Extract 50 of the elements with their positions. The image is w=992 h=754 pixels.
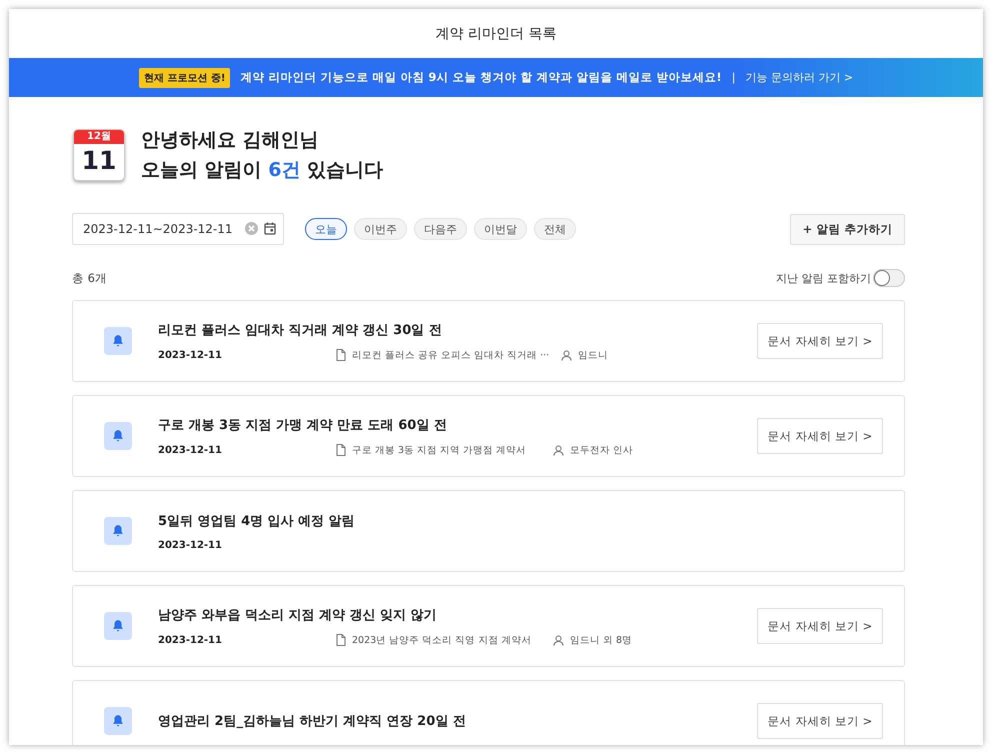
include-past-label: 지난 알림 포함하기	[776, 270, 871, 286]
reminder-title: 남양주 와부읍 덕소리 지점 계약 갱신 잊지 않기	[158, 606, 438, 624]
separator: |	[732, 71, 736, 84]
bell-icon	[111, 429, 125, 443]
add-alert-button[interactable]: + 알림 추가하기	[790, 214, 905, 244]
date-range-field[interactable]: 2023-12-11~2023-12-11	[72, 213, 284, 245]
person-icon	[561, 350, 572, 360]
reminder-date: 2023-12-11	[158, 634, 223, 646]
calendar-day: 11	[74, 144, 124, 178]
bell-icon	[111, 714, 125, 728]
inquiry-link[interactable]: 기능 문의하러 가기 >	[745, 70, 854, 85]
assignee-name: 임드니	[578, 348, 608, 362]
person-icon	[553, 634, 564, 646]
assignee-name: 모두전자 인사	[570, 444, 634, 456]
document-name: 리모컨 플러스 공유 오피스 임대차 직거래 ···	[352, 348, 550, 362]
view-document-button[interactable]: 문서 자세히 보기 >	[757, 418, 883, 454]
total-count: 총 6개	[72, 270, 107, 286]
reminder-title: 5일뒤 영업팀 4명 입사 예정 알림	[158, 512, 356, 530]
calendar-month: 12월	[74, 130, 124, 144]
promo-badge: 현재 프로모션 중!	[138, 68, 230, 88]
calendar-icon[interactable]	[264, 222, 276, 235]
reminder-date: 2023-12-11	[158, 444, 223, 456]
reminder-title: 리모컨 플러스 임대차 직거래 계약 갱신 30일 전	[158, 322, 443, 338]
greeting-text: 안녕하세요 김해인님	[141, 128, 320, 153]
document-name: 2023년 남양주 덕소리 직영 지점 계약서	[352, 634, 532, 646]
bell-icon	[111, 619, 125, 633]
reminder-title: 영업관리 2팀_김하늘님 하반기 계약직 연장 20일 전	[158, 713, 467, 730]
bell-icon	[111, 334, 125, 348]
view-document-button[interactable]: 문서 자세히 보기 >	[757, 323, 883, 359]
view-document-button[interactable]: 문서 자세히 보기 >	[757, 608, 883, 644]
document-icon	[336, 349, 346, 361]
filter-chip[interactable]: 이번달	[474, 218, 527, 240]
bell-icon	[111, 524, 125, 538]
reminder-date: 2023-12-11	[158, 350, 223, 360]
document-icon	[336, 444, 346, 456]
promo-message: 계약 리마인더 기능으로 매일 아침 9시 오늘 챙겨야 할 계약과 알림을 메일로 받아보세요!	[240, 70, 722, 85]
window-title: 계약 리마인더 목록	[436, 24, 556, 42]
filter-chip[interactable]: 이번주	[354, 218, 407, 240]
include-past-toggle[interactable]	[873, 269, 905, 287]
document-name: 구로 개봉 3동 지점 지역 가맹점 계약서	[352, 444, 526, 456]
filter-chip[interactable]: 오늘	[305, 218, 347, 240]
document-icon	[336, 634, 346, 646]
person-icon	[553, 444, 564, 456]
reminder-title: 구로 개봉 3동 지점 가맹 계약 만료 도래 60일 전	[158, 416, 448, 434]
view-document-button[interactable]: 문서 자세히 보기 >	[757, 703, 883, 739]
filter-chip[interactable]: 다음주	[414, 218, 467, 240]
assignee-name: 임드니 외 8명	[570, 634, 632, 646]
alert-count-text: 오늘의 알림이 6건 있습니다	[141, 158, 384, 183]
reminder-date: 2023-12-11	[158, 540, 223, 550]
filter-chip[interactable]: 전체	[534, 218, 576, 240]
